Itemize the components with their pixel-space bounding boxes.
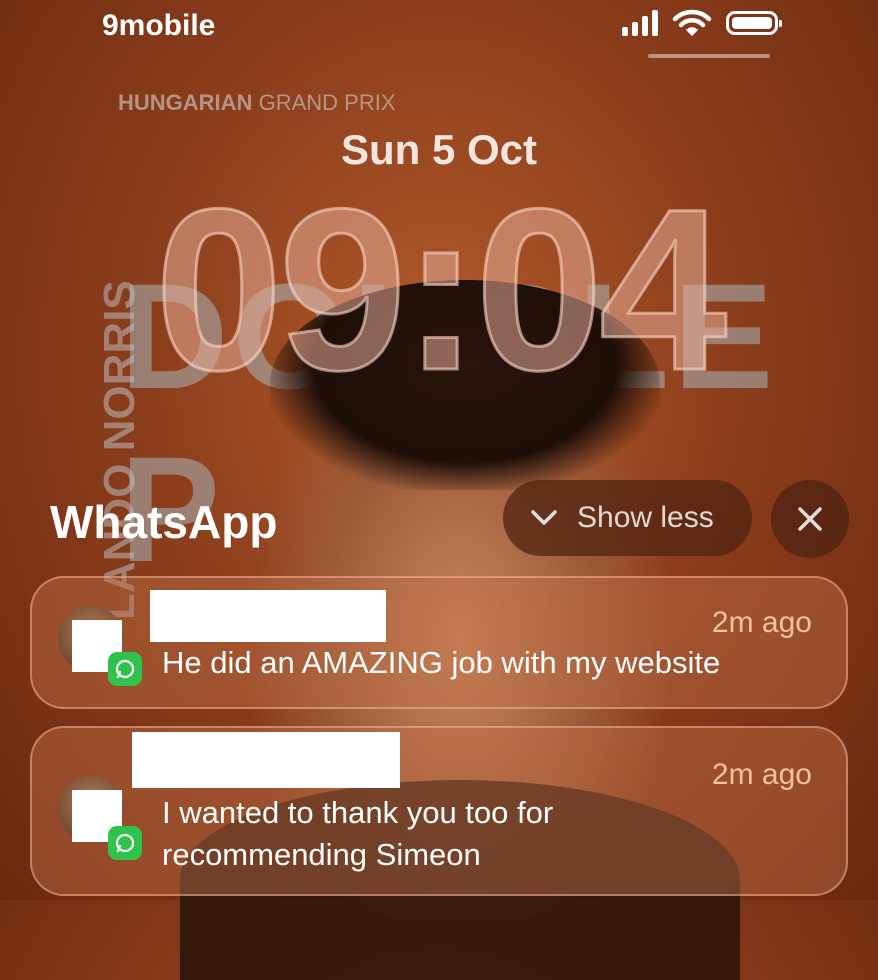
notification-message-line: recommending Simeon: [162, 837, 481, 872]
notification-message-line: I wanted to thank you too for: [162, 795, 554, 830]
battery-icon: [726, 11, 782, 35]
carrier-name: 9mobile: [102, 9, 216, 42]
notification-card[interactable]: 2m ago He did an AMAZING job with my web…: [30, 576, 848, 709]
notification-time: 2m ago: [711, 758, 812, 791]
show-less-button[interactable]: Show less: [503, 480, 752, 556]
sender-name-redaction: [150, 590, 386, 642]
notification-card[interactable]: 2m ago I wanted to thank you too for rec…: [30, 726, 848, 896]
wallpaper-event-title: HUNGARIAN GRAND PRIX: [118, 90, 396, 115]
wifi-icon: [672, 9, 712, 36]
show-less-label: Show less: [577, 501, 714, 534]
whatsapp-icon: [108, 652, 142, 686]
status-icons: [622, 8, 782, 38]
clear-notifications-button[interactable]: [771, 480, 849, 558]
notification-message: I wanted to thank you too for recommendi…: [162, 792, 553, 876]
cellular-signal-icon: [622, 10, 658, 36]
lock-time: 09:04: [153, 161, 728, 418]
sender-name-redaction: [132, 732, 400, 788]
status-indicator-bar: [648, 54, 770, 58]
notification-time: 2m ago: [711, 606, 812, 639]
chevron-down-icon: [531, 510, 557, 525]
notification-message: He did an AMAZING job with my website: [162, 645, 721, 680]
whatsapp-icon: [108, 826, 142, 860]
close-icon: [798, 507, 822, 531]
notification-group-title: WhatsApp: [50, 496, 278, 548]
